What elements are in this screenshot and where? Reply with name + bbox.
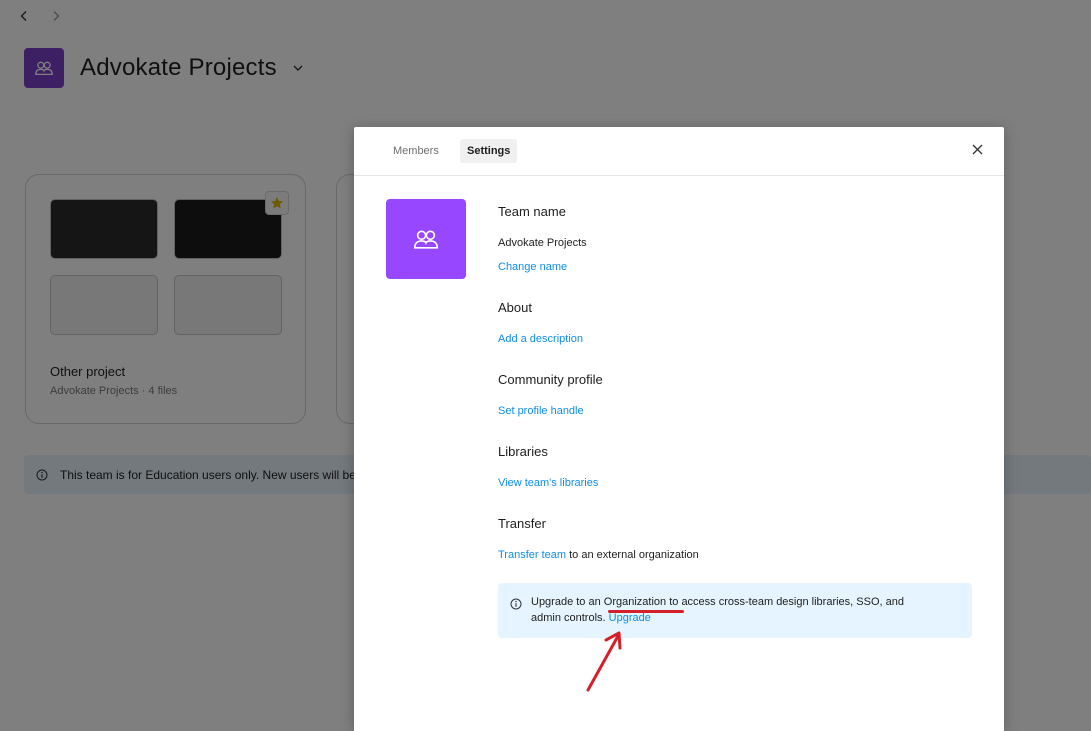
section-title-about: About <box>498 300 532 315</box>
close-button[interactable] <box>967 139 987 159</box>
modal-header: Members Settings <box>354 127 1004 176</box>
set-profile-handle-link[interactable]: Set profile handle <box>498 405 584 417</box>
upgrade-suffix: to access cross-team design libraries, S… <box>666 596 904 608</box>
add-description-link[interactable]: Add a description <box>498 333 583 345</box>
upgrade-text-line1: Upgrade to an Organization to access cro… <box>531 596 904 608</box>
section-title-transfer: Transfer <box>498 516 546 531</box>
section-title-team-name: Team name <box>498 204 566 219</box>
annotation-underline <box>608 610 684 613</box>
transfer-suffix: to an external organization <box>566 549 699 561</box>
close-icon <box>972 144 982 154</box>
upgrade-notice: Upgrade to an Organization to access cro… <box>498 583 972 638</box>
team-icon <box>413 230 439 249</box>
change-name-link[interactable]: Change name <box>498 261 567 273</box>
upgrade-text-line2: admin controls. Upgrade <box>531 612 651 624</box>
organization-term: Organization <box>603 596 667 608</box>
section-title-community: Community profile <box>498 372 603 387</box>
team-settings-modal: Members Settings Team name Advokate Proj… <box>354 127 1004 731</box>
tab-members[interactable]: Members <box>386 139 446 163</box>
team-avatar-large[interactable] <box>386 199 466 279</box>
transfer-team-link[interactable]: Transfer team <box>498 549 566 561</box>
upgrade-line2-text: admin controls. <box>531 612 609 624</box>
info-icon <box>510 598 522 610</box>
team-name-value: Advokate Projects <box>498 237 587 249</box>
upgrade-prefix: Upgrade to an <box>531 596 604 608</box>
view-libraries-link[interactable]: View team's libraries <box>498 477 598 489</box>
tab-settings[interactable]: Settings <box>460 139 518 163</box>
upgrade-link[interactable]: Upgrade <box>609 612 651 624</box>
annotation-arrow-icon <box>586 631 622 692</box>
section-title-libraries: Libraries <box>498 444 548 459</box>
transfer-row: Transfer team to an external organizatio… <box>498 549 699 561</box>
